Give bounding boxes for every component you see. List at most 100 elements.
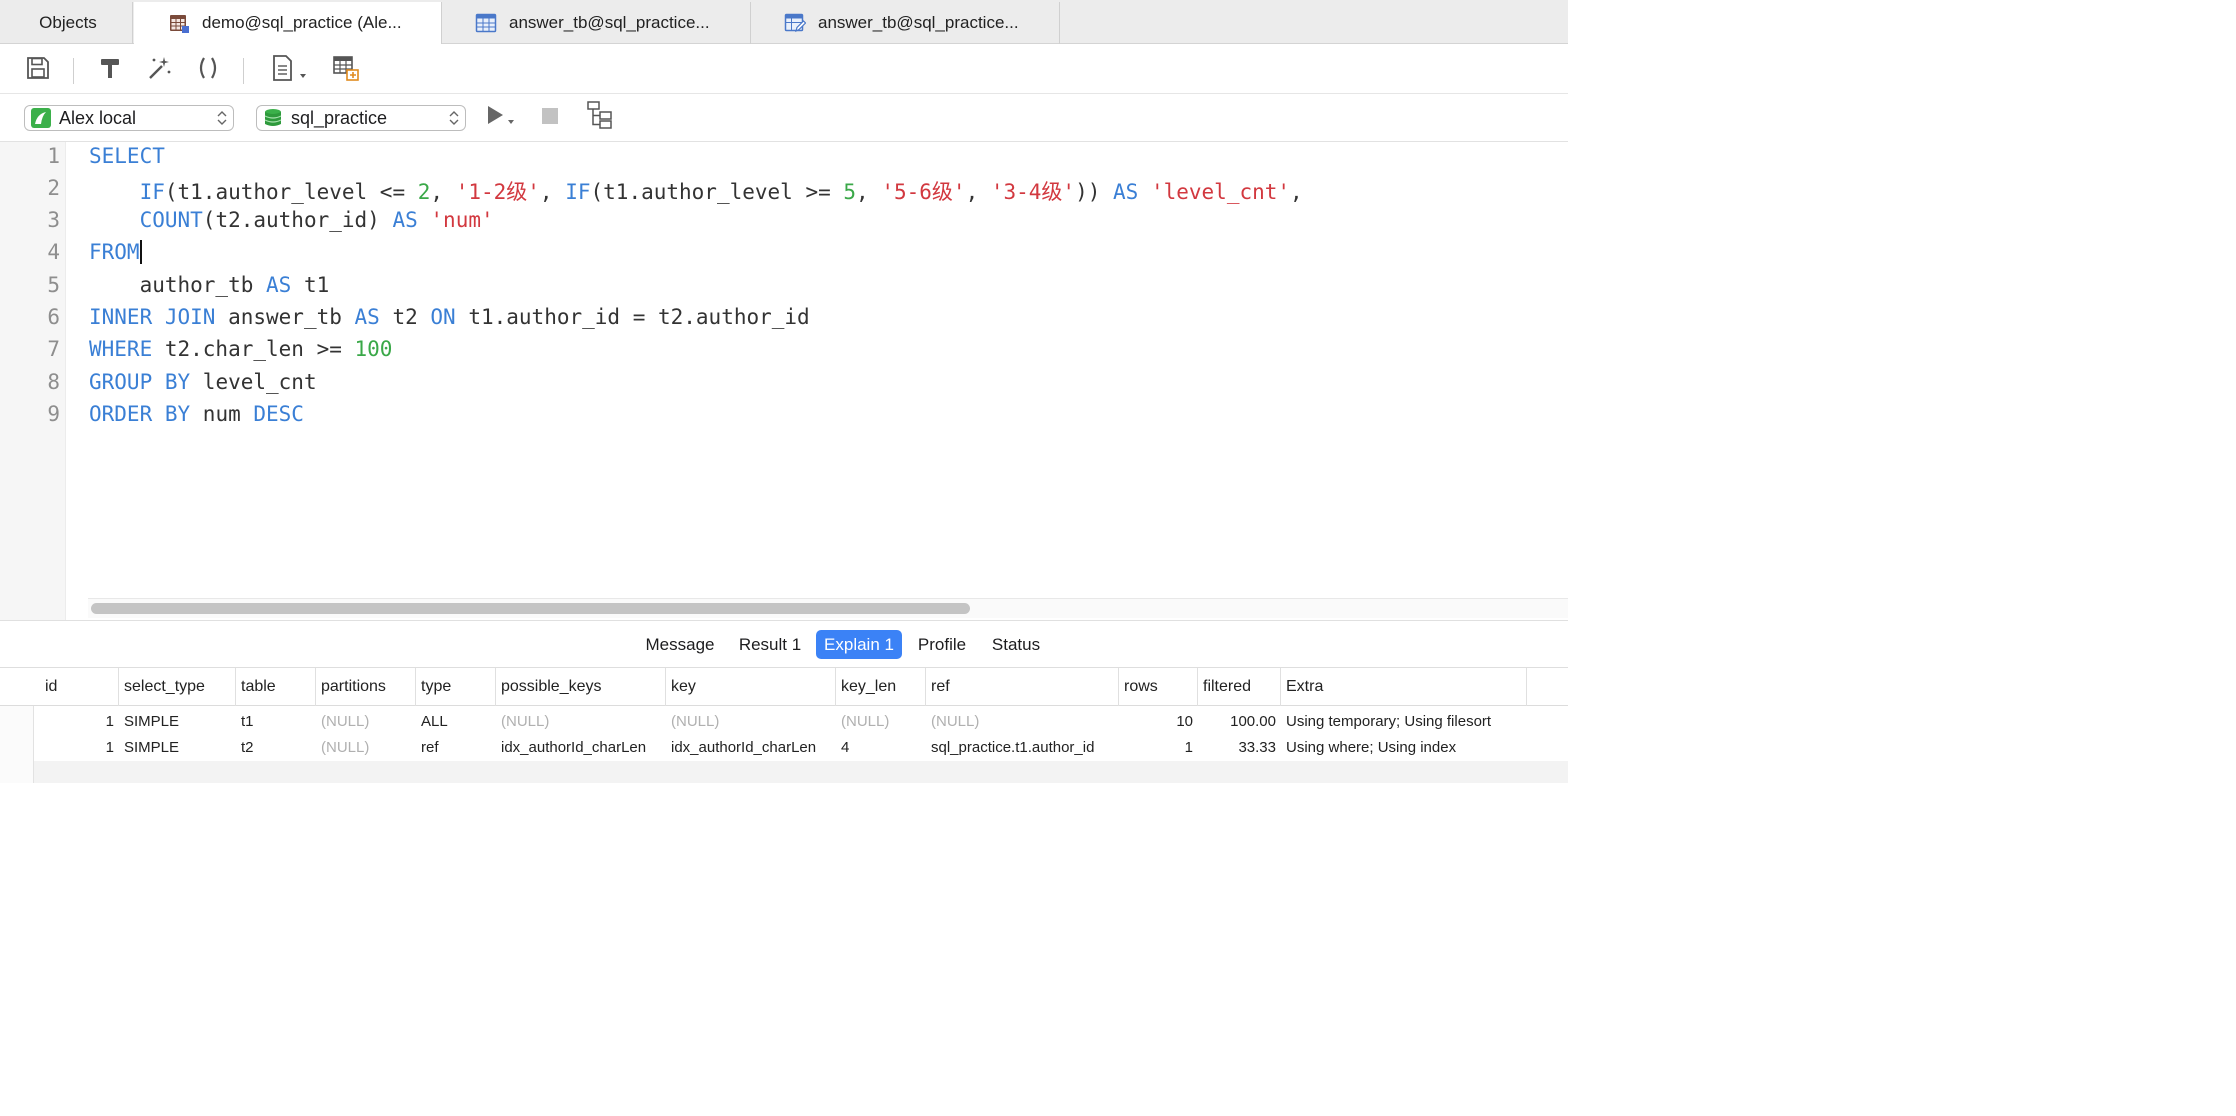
save-icon — [25, 55, 51, 86]
snippet-button[interactable] — [270, 54, 310, 87]
result-tab-bar: Message Result 1 Explain 1 Profile Statu… — [0, 620, 1568, 668]
format-button[interactable] — [96, 56, 124, 84]
horizontal-scrollbar[interactable] — [91, 603, 970, 614]
code-line-8: GROUP BY level_cnt — [89, 370, 317, 394]
cell-extra: Using temporary; Using filesort — [1286, 713, 1492, 730]
code-line-4: FROM — [89, 240, 142, 264]
database-icon — [263, 108, 283, 128]
line-number: 1 — [47, 144, 60, 168]
cell-select-type: SIMPLE — [124, 739, 180, 756]
line-number: 2 — [47, 176, 60, 200]
code-line-6: INNER JOIN answer_tb AS t2 ON t1.author_… — [89, 305, 810, 329]
query-builder-button[interactable] — [330, 54, 362, 87]
grid-header: id select_type table partitions type pos… — [0, 668, 1568, 706]
column-header-select-type[interactable]: select_type — [119, 668, 236, 706]
cell-rows: 10 — [1176, 713, 1193, 730]
code-line-1: SELECT — [89, 144, 165, 168]
line-number: 3 — [47, 208, 60, 232]
tab-profile[interactable]: Profile — [911, 630, 973, 659]
tab-bar: Objects demo@sql_practice (Ale... answer… — [0, 0, 1568, 44]
snippet-document-icon — [270, 54, 310, 87]
column-header-id[interactable]: id — [40, 668, 119, 706]
cell-type: ref — [421, 739, 439, 756]
run-button[interactable] — [484, 104, 518, 132]
column-header-possible-keys[interactable]: possible_keys — [496, 668, 666, 706]
cell-extra: Using where; Using index — [1286, 739, 1457, 756]
line-number-gutter: 1 2 3 4 5 6 7 8 9 — [0, 142, 66, 620]
code-line-3: COUNT(t2.author_id) AS 'num' — [139, 208, 494, 232]
cell-select-type: SIMPLE — [124, 713, 180, 730]
column-header-key-len[interactable]: key_len — [836, 668, 926, 706]
format-hammer-icon — [97, 55, 123, 86]
cell-key: (NULL) — [671, 713, 720, 730]
tab-answer-table[interactable]: answer_tb@sql_practice... — [443, 2, 751, 44]
cell-table: t2 — [241, 739, 254, 756]
cell-ref: (NULL) — [931, 713, 980, 730]
line-number: 8 — [47, 370, 60, 394]
tab-message[interactable]: Message — [639, 630, 721, 659]
column-header-partitions[interactable]: partitions — [316, 668, 416, 706]
line-number: 5 — [47, 273, 60, 297]
cell-partitions: (NULL) — [321, 739, 370, 756]
tab-label: answer_tb@sql_practice... — [509, 13, 710, 32]
sql-editor[interactable]: 1 2 3 4 5 6 7 8 9 SELECT IF(t1.author_le… — [0, 142, 1568, 620]
tab-objects[interactable]: Objects — [4, 2, 133, 44]
code-line-7: WHERE t2.char_len >= 100 — [89, 337, 393, 361]
cell-key-len: 4 — [841, 739, 850, 756]
cell-possible-keys: (NULL) — [501, 713, 550, 730]
stop-button[interactable] — [536, 104, 564, 132]
connection-select-value: Alex local — [59, 107, 137, 128]
column-header-type[interactable]: type — [416, 668, 496, 706]
column-header-filtered[interactable]: filtered — [1198, 668, 1281, 706]
tab-answer-table-edit[interactable]: answer_tb@sql_practice... — [752, 2, 1060, 44]
explain-result-grid: id select_type table partitions type pos… — [0, 668, 1568, 783]
column-header-rows[interactable]: rows — [1119, 668, 1198, 706]
table-edit-icon — [784, 12, 807, 34]
text-caret — [139, 240, 142, 264]
chevron-up-down-icon — [449, 109, 459, 127]
table-row[interactable]: 1 SIMPLE t2 (NULL) ref idx_authorId_char… — [34, 734, 1568, 761]
database-select[interactable]: sql_practice — [256, 105, 466, 131]
explain-button[interactable] — [584, 100, 616, 131]
grid-empty-area — [34, 761, 1568, 783]
explain-tree-icon — [585, 100, 615, 135]
toolbar-divider — [73, 58, 74, 84]
tab-label: demo@sql_practice (Ale... — [202, 13, 402, 32]
column-header-key[interactable]: key — [666, 668, 836, 706]
line-number: 7 — [47, 337, 60, 361]
column-header-table[interactable]: table — [236, 668, 316, 706]
query-table-icon — [168, 12, 190, 34]
row-header-column — [0, 706, 34, 783]
cell-key: idx_authorId_charLen — [671, 739, 817, 756]
stop-icon — [537, 103, 563, 134]
connection-bar: Alex local sql_practice — [0, 94, 1568, 142]
cell-type: ALL — [421, 713, 448, 730]
cell-id: 1 — [105, 713, 114, 730]
column-header-ref[interactable]: ref — [926, 668, 1119, 706]
tab-query-demo[interactable]: demo@sql_practice (Ale... — [134, 2, 442, 44]
query-builder-icon — [331, 54, 361, 87]
cell-id: 1 — [105, 739, 114, 756]
table-row[interactable]: 1 SIMPLE t1 (NULL) ALL (NULL) (NULL) (NU… — [34, 708, 1568, 735]
table-icon — [475, 12, 497, 34]
line-number: 6 — [47, 305, 60, 329]
tab-result-1[interactable]: Result 1 — [732, 630, 808, 659]
code-line-2: IF(t1.author_level <= 2, '1-2级', IF(t1.a… — [139, 180, 1303, 204]
cell-key-len: (NULL) — [841, 713, 890, 730]
line-number: 4 — [47, 240, 60, 264]
beautify-wand-icon — [145, 54, 173, 87]
cell-possible-keys: idx_authorId_charLen — [501, 739, 647, 756]
cell-rows: 1 — [1184, 739, 1193, 756]
connection-select[interactable]: Alex local — [24, 105, 234, 131]
beautify-button[interactable] — [145, 56, 173, 84]
tab-label: answer_tb@sql_practice... — [818, 13, 1019, 32]
cell-ref: sql_practice.t1.author_id — [931, 739, 1095, 756]
cell-filtered: 100.00 — [1230, 713, 1276, 730]
tab-explain-1[interactable]: Explain 1 — [816, 630, 902, 659]
cell-partitions: (NULL) — [321, 713, 370, 730]
column-header-extra[interactable]: Extra — [1281, 668, 1527, 706]
parentheses-button[interactable] — [194, 56, 222, 84]
database-select-value: sql_practice — [291, 107, 388, 128]
save-button[interactable] — [24, 56, 52, 84]
tab-status[interactable]: Status — [984, 630, 1048, 659]
